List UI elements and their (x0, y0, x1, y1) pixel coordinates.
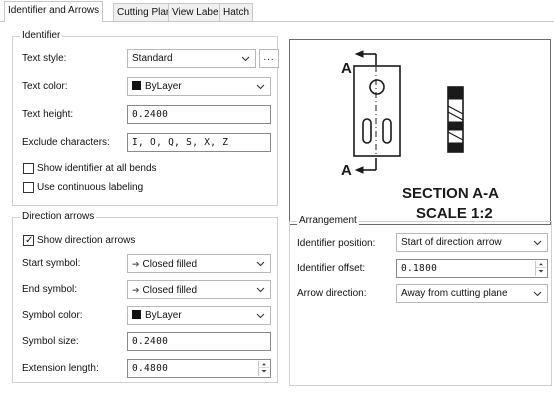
identifier-position-value: Start of direction arrow (401, 237, 502, 248)
symbol-color-display: ByLayer (132, 310, 182, 322)
section-view (447, 86, 464, 153)
start-symbol-display: ➔ Closed filled (132, 258, 197, 271)
symbol-color-dropdown[interactable]: ByLayer (127, 306, 271, 325)
symbol-size-input[interactable]: 0.2400 (127, 332, 271, 351)
start-symbol-value: Closed filled (142, 259, 198, 270)
tab-hatch[interactable]: Hatch (219, 3, 254, 22)
arrow-direction-value: Away from cutting plane (401, 288, 508, 299)
text-height-label: Text height: (22, 109, 74, 120)
extension-length-label: Extension length: (22, 363, 99, 374)
cutting-arrow-bottom (354, 158, 377, 174)
spin-up-icon[interactable] (536, 261, 546, 268)
symbol-size-value: 0.2400 (132, 336, 169, 347)
extension-length-value: 0.4800 (132, 363, 169, 374)
text-color-display: ByLayer (132, 81, 182, 93)
exclude-characters-value: I, O, Q, S, X, Z (132, 137, 229, 148)
closed-filled-arrow-icon: ➔ (132, 285, 140, 295)
end-symbol-dropdown[interactable]: ➔ Closed filled (127, 280, 271, 299)
symbol-size-label: Symbol size: (22, 336, 79, 347)
section-scale: SCALE 1:2 (416, 205, 493, 222)
chevron-down-icon (256, 287, 265, 293)
section-label-top: A (341, 60, 352, 77)
tab-label: Identifier and Arrows (8, 5, 100, 16)
browse-label: ... (263, 52, 275, 63)
check-icon: ✓ (25, 235, 34, 246)
identifier-offset-input[interactable]: 0.1800 (396, 259, 548, 278)
identifier-position-dropdown[interactable]: Start of direction arrow (396, 233, 548, 252)
start-symbol-dropdown[interactable]: ➔ Closed filled (127, 254, 271, 273)
symbol-color-label: Symbol color: (22, 310, 83, 321)
text-color-label: Text color: (22, 81, 68, 92)
text-style-browse-button[interactable]: ... (259, 49, 279, 68)
spin-down-icon[interactable] (536, 268, 546, 275)
end-symbol-value: Closed filled (142, 285, 198, 296)
chevron-down-icon (533, 291, 542, 297)
identifier-offset-value: 0.1800 (401, 263, 438, 274)
start-symbol-label: Start symbol: (22, 258, 81, 269)
section-preview: A A SECTION A-A SCALE 1:2 (289, 39, 551, 225)
identifier-group: Identifier Text style: Standard ... Text… (12, 30, 279, 206)
text-style-dropdown[interactable]: Standard (127, 49, 256, 68)
spin-down-icon[interactable] (259, 368, 269, 375)
end-symbol-label: End symbol: (22, 284, 78, 295)
chevron-down-icon (256, 313, 265, 319)
tab-label: Hatch (223, 7, 250, 18)
symbol-color-value: ByLayer (145, 310, 182, 321)
tab-bar: Identifier and Arrows Cutting Plane View… (0, 0, 554, 22)
chevron-down-icon (256, 84, 265, 90)
show-direction-arrows-label: Show direction arrows (37, 235, 136, 246)
chevron-down-icon (256, 261, 265, 267)
color-swatch-icon (132, 81, 141, 90)
section-label-bottom: A (341, 162, 352, 179)
continuous-labeling-label: Use continuous labeling (37, 182, 144, 193)
closed-filled-arrow-icon: ➔ (132, 259, 140, 269)
text-height-input[interactable]: 0.2400 (127, 105, 271, 124)
section-title: SECTION A-A (402, 185, 499, 202)
arrangement-group: Arrangement Identifier position: Start o… (289, 215, 552, 386)
direction-arrows-legend: Direction arrows (20, 211, 97, 223)
arrow-direction-dropdown[interactable]: Away from cutting plane (396, 284, 548, 303)
arrangement-legend: Arrangement (297, 215, 359, 227)
identifier-offset-spinner[interactable] (535, 261, 546, 276)
show-direction-arrows-checkbox[interactable]: ✓ (23, 235, 34, 246)
extension-length-spinner[interactable] (258, 361, 269, 376)
color-swatch-icon (132, 310, 141, 319)
text-style-value: Standard (132, 53, 173, 64)
exclude-characters-input[interactable]: I, O, Q, S, X, Z (127, 133, 271, 152)
extension-length-input[interactable]: 0.4800 (127, 359, 271, 378)
spin-up-icon[interactable] (259, 361, 269, 368)
tab-identifier-and-arrows[interactable]: Identifier and Arrows (4, 1, 104, 22)
text-style-label: Text style: (22, 53, 67, 64)
arrow-direction-label: Arrow direction: (297, 288, 367, 299)
text-color-value: ByLayer (145, 81, 182, 92)
identifier-legend: Identifier (20, 30, 63, 42)
continuous-labeling-checkbox[interactable] (23, 182, 34, 193)
text-color-dropdown[interactable]: ByLayer (127, 77, 271, 96)
cutting-arrow-top (354, 50, 377, 65)
tab-panel: Identifier Text style: Standard ... Text… (0, 22, 554, 393)
end-symbol-display: ➔ Closed filled (132, 284, 197, 297)
direction-arrows-group: Direction arrows ✓ Show direction arrows… (12, 211, 278, 383)
chevron-down-icon (533, 240, 542, 246)
text-height-value: 0.2400 (132, 109, 169, 120)
show-at-bends-checkbox[interactable] (23, 163, 34, 174)
part-view (353, 65, 401, 157)
identifier-position-label: Identifier position: (297, 238, 376, 249)
identifier-offset-label: Identifier offset: (297, 263, 366, 274)
chevron-down-icon (241, 56, 250, 62)
exclude-characters-label: Exclude characters: (22, 137, 110, 148)
tab-view-label[interactable]: View Label (168, 3, 225, 22)
show-at-bends-label: Show identifier at all bends (37, 163, 157, 174)
tab-label: View Label (172, 7, 221, 18)
